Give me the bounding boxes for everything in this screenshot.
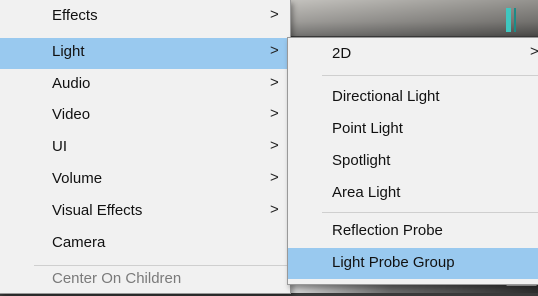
submenu-item-light-probe-group[interactable]: Light Probe Group	[288, 248, 538, 279]
chevron-right-icon: >	[270, 137, 279, 154]
submenu-item-label: Light Probe Group	[332, 254, 455, 271]
menu-item-label: Camera	[52, 234, 106, 251]
menu-item-label: Video	[52, 106, 91, 123]
chevron-right-icon: >	[270, 42, 279, 59]
menu-item-label: UI	[52, 138, 67, 155]
chevron-right-icon: >	[270, 201, 279, 218]
chevron-right-icon: >	[270, 105, 279, 122]
menu-item-ui[interactable]: UI >	[0, 133, 290, 164]
light-submenu: 2D > Directional Light Point Light Spotl…	[287, 37, 538, 285]
chevron-right-icon: >	[270, 74, 279, 91]
context-menu: Effects > Light > Audio > Video > UI > V…	[0, 0, 291, 294]
scene-cyan-object	[506, 8, 511, 32]
submenu-item-label: Area Light	[332, 184, 401, 201]
menu-item-label: Audio	[52, 75, 91, 92]
scene-cyan-edge	[514, 8, 516, 32]
menu-item-label: Effects	[52, 7, 98, 24]
menu-item-label: Visual Effects	[52, 202, 143, 219]
menu-item-audio[interactable]: Audio >	[0, 70, 290, 101]
submenu-item-label: Directional Light	[332, 88, 440, 105]
submenu-item-area-light[interactable]: Area Light	[288, 178, 538, 209]
submenu-item-label: 2D	[332, 45, 352, 62]
chevron-right-icon: >	[530, 43, 538, 60]
submenu-item-directional-light[interactable]: Directional Light	[288, 82, 538, 113]
submenu-item-label: Point Light	[332, 120, 403, 137]
menu-item-label: Center On Children	[52, 270, 182, 287]
submenu-item-point-light[interactable]: Point Light	[288, 114, 538, 145]
menu-item-label: Light	[52, 43, 85, 60]
chevron-right-icon: >	[270, 6, 279, 23]
menu-item-light[interactable]: Light >	[0, 38, 290, 69]
menu-item-volume[interactable]: Volume >	[0, 165, 290, 196]
submenu-item-spotlight[interactable]: Spotlight	[288, 146, 538, 177]
submenu-item-label: Spotlight	[332, 152, 391, 169]
submenu-separator	[322, 212, 538, 213]
scene-wall-shade	[290, 0, 538, 36]
menu-item-center-on-children: Center On Children	[0, 265, 290, 296]
menu-item-camera[interactable]: Camera	[0, 229, 290, 260]
menu-item-effects[interactable]: Effects >	[0, 2, 290, 33]
submenu-item-label: Reflection Probe	[332, 222, 443, 239]
menu-item-video[interactable]: Video >	[0, 101, 290, 132]
submenu-item-reflection-probe[interactable]: Reflection Probe	[288, 216, 538, 247]
menu-item-visual-effects[interactable]: Visual Effects >	[0, 197, 290, 228]
menu-item-label: Volume	[52, 170, 103, 187]
chevron-right-icon: >	[270, 169, 279, 186]
submenu-separator	[322, 75, 538, 76]
submenu-item-2d[interactable]: 2D >	[288, 39, 538, 70]
